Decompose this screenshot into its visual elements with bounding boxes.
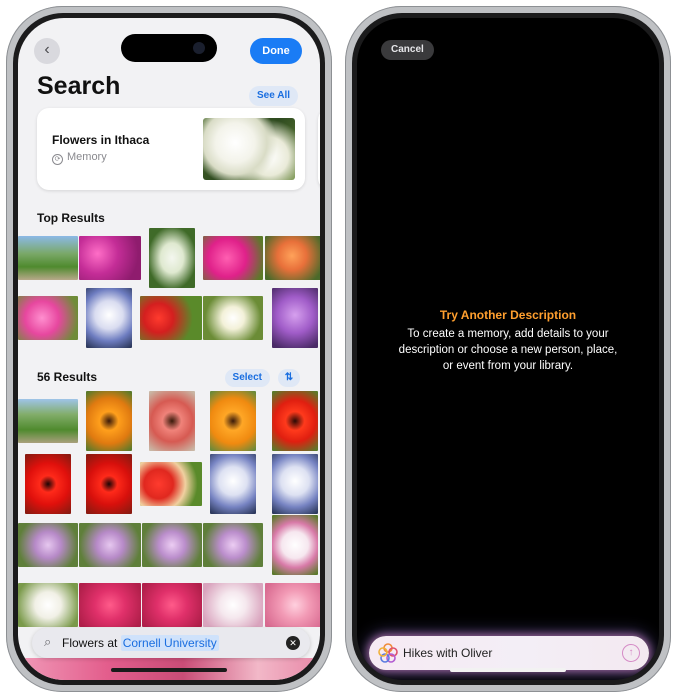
clear-icon[interactable]: ✕ [286, 636, 300, 650]
photo-bee-balm-3[interactable] [142, 523, 202, 567]
camera-icon [193, 42, 205, 54]
memory-card[interactable]: Flowers in Ithaca ⟳ Memory [37, 108, 305, 190]
photo-red-tulip-2[interactable] [25, 454, 71, 514]
memories-flower-icon [378, 643, 398, 663]
photo-white-lilies[interactable] [203, 296, 263, 340]
prompt-input[interactable]: Hikes with Oliver [403, 646, 492, 660]
photo-pink-flowers-4[interactable] [265, 583, 320, 627]
search-input[interactable]: Flowers at Cornell University [62, 635, 219, 651]
photo-orange-tulip-2[interactable] [210, 391, 256, 451]
photo-bee-balm-2[interactable] [79, 523, 141, 567]
photo-pink-azaleas[interactable] [79, 236, 141, 280]
message-title: Try Another Description [439, 308, 577, 322]
sort-arrows-icon: ⇅ [284, 372, 294, 383]
memory-prompt-field[interactable]: Hikes with Oliver ↑ [369, 636, 649, 670]
memory-title: Flowers in Ithaca [52, 133, 150, 147]
photo-pink-flowers[interactable] [203, 236, 263, 280]
error-message: Try Another Description To create a memo… [397, 308, 619, 374]
photo-garden-path[interactable] [18, 236, 78, 280]
photo-tulip-bed[interactable] [140, 462, 202, 506]
select-button[interactable]: Select [224, 369, 270, 387]
results-count-heading: 56 Results [37, 370, 98, 384]
photo-red-tulips[interactable] [140, 296, 202, 340]
search-icon: ⌕ [44, 634, 52, 649]
photo-iris[interactable] [86, 288, 132, 348]
dynamic-island [460, 36, 556, 64]
photo-red-tulip-3[interactable] [86, 454, 132, 514]
photo-pink-blossoms[interactable] [18, 296, 78, 340]
photo-red-tulip[interactable] [272, 391, 318, 451]
photo-pink-flowers-3[interactable] [142, 583, 202, 627]
photo-pink-flowers-2[interactable] [79, 583, 141, 627]
cancel-button[interactable]: Cancel [381, 40, 434, 60]
photo-white-hyacinth[interactable] [149, 228, 195, 288]
dynamic-island [121, 34, 217, 62]
search-bar[interactable]: ⌕ Flowers at Cornell University ✕ [32, 628, 310, 658]
photo-garden-lawn[interactable] [18, 399, 78, 443]
top-results-heading: Top Results [37, 211, 105, 225]
photo-bee-balm-4[interactable] [203, 523, 263, 567]
right-phone: Cancel Try Another Description To create… [345, 6, 671, 692]
photo-bee-balm[interactable] [18, 523, 78, 567]
left-phone: ‹ Done Search See All Flowers in Ithaca … [6, 6, 332, 692]
message-body: To create a memory, add details to your … [398, 328, 618, 372]
see-all-button[interactable]: See All [249, 86, 298, 106]
search-location-token: Cornell University [120, 635, 219, 651]
photo-purple-bloom[interactable] [272, 288, 318, 348]
memory-subtitle: ⟳ Memory [52, 151, 107, 165]
home-indicator [450, 668, 566, 672]
next-card-peek[interactable] [318, 108, 320, 190]
chevron-left-icon: ‹ [44, 41, 50, 58]
home-indicator [111, 668, 227, 672]
photo-orange-tulip[interactable] [86, 391, 132, 451]
photo-white-flowers[interactable] [18, 583, 78, 627]
search-screen: ‹ Done Search See All Flowers in Ithaca … [18, 18, 320, 680]
arrow-up-icon[interactable]: ↑ [622, 644, 640, 662]
memory-icon: ⟳ [52, 154, 63, 165]
memory-creation-screen: Cancel Try Another Description To create… [357, 18, 659, 680]
photo-orange-lilies[interactable] [265, 236, 320, 280]
photo-white-flowers-2[interactable] [203, 583, 263, 627]
page-title: Search [37, 72, 121, 100]
photo-white-iris-2[interactable] [272, 454, 318, 514]
done-button[interactable]: Done [250, 38, 302, 64]
photo-pink-tulip[interactable] [149, 391, 195, 451]
sort-button[interactable]: ⇅ [278, 369, 300, 387]
back-button[interactable]: ‹ [34, 38, 60, 64]
photo-white-iris[interactable] [210, 454, 256, 514]
photo-white-orchid[interactable] [272, 515, 318, 575]
memory-thumbnail [203, 118, 295, 180]
